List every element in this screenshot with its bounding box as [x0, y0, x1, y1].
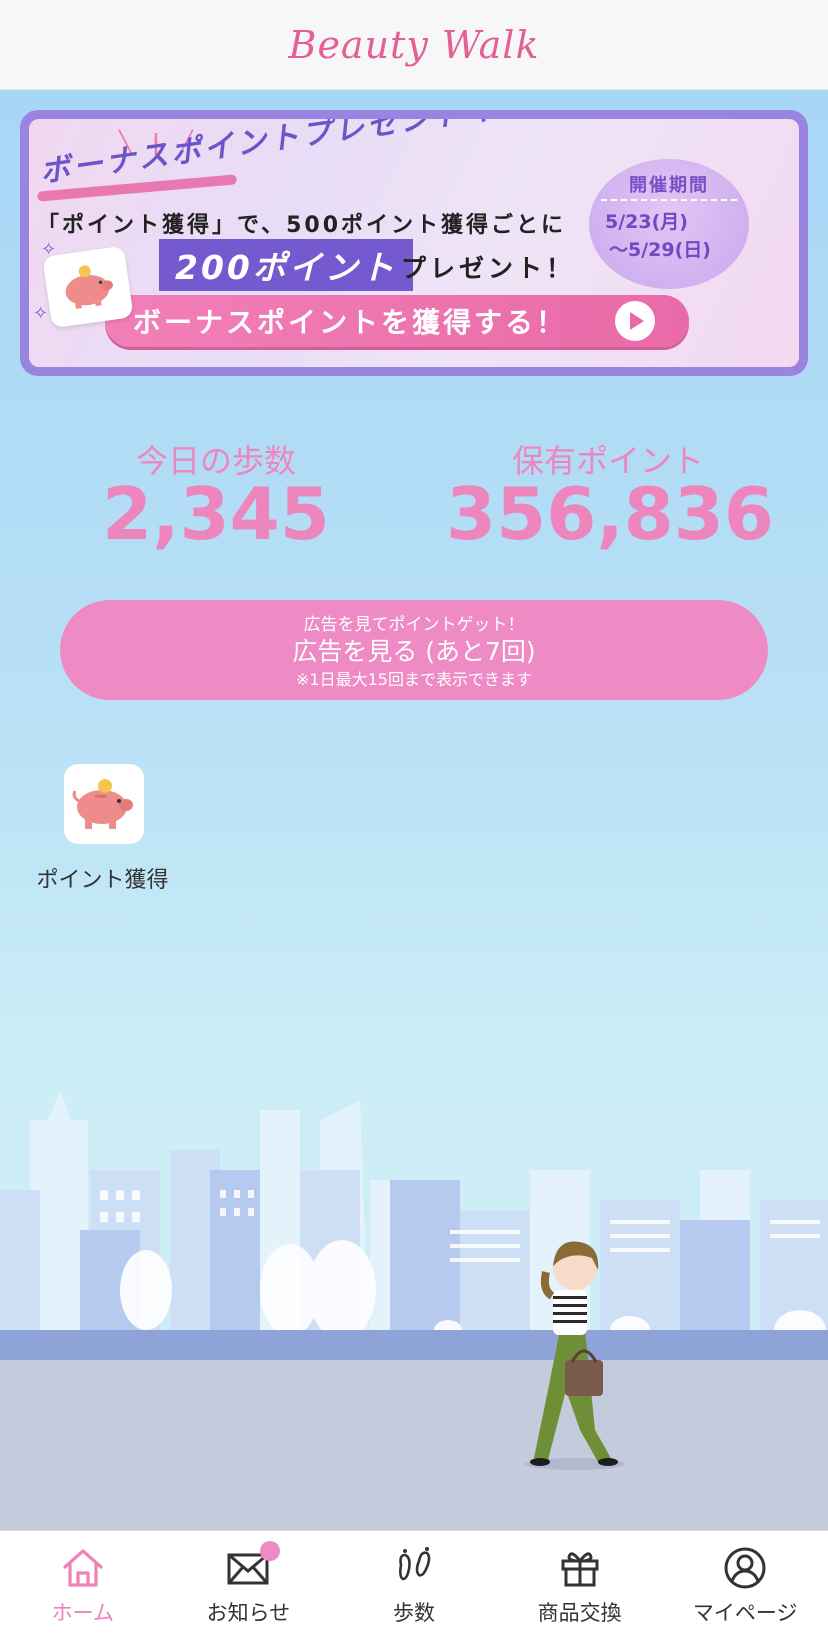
tab-notifications-label: お知らせ	[206, 1601, 291, 1625]
piggy-bank-icon	[42, 245, 134, 329]
tab-exchange[interactable]: 商品交換	[497, 1531, 663, 1638]
get-bonus-button[interactable]: ボーナスポイントを獲得する！	[105, 295, 689, 347]
banner-bonus-amount: 200ポイント	[159, 239, 413, 291]
earn-points-label: ポイント獲得	[36, 868, 169, 893]
get-bonus-label: ボーナスポイントを獲得する！	[133, 306, 568, 339]
city-street-illustration	[0, 1090, 828, 1530]
banner-title: ボーナスポイントプレゼントキャンペーン	[37, 119, 663, 191]
sparkle-icon: ✧	[33, 303, 49, 324]
earn-points-shortcut[interactable]	[64, 764, 144, 844]
bottom-tab-bar: ホーム お知らせ 歩数 商品交換 マイページ	[0, 1530, 828, 1638]
home-icon	[63, 1549, 103, 1587]
unread-badge	[259, 1541, 280, 1561]
app-header: Beauty Walk	[0, 0, 828, 90]
tab-steps[interactable]: 歩数	[331, 1531, 497, 1638]
tab-notifications[interactable]: お知らせ	[166, 1531, 332, 1638]
period-title: 開催期間	[629, 175, 709, 196]
banner-condition-text: 「ポイント獲得」で、500ポイント獲得ごとに	[37, 213, 567, 238]
period-end: 〜5/29(日)	[609, 239, 711, 261]
tab-steps-label: 歩数	[392, 1601, 435, 1625]
tab-home-label: ホーム	[51, 1601, 114, 1625]
home-screen: ╲ | ╱ ボーナスポイントプレゼントキャンペーン 「ポイント獲得」で、500ポ…	[0, 90, 828, 1530]
piggy-bank-icon	[72, 779, 133, 829]
watch-ad-note: ※1日最大15回まで表示できます	[296, 670, 532, 689]
campaign-banner[interactable]: ╲ | ╱ ボーナスポイントプレゼントキャンペーン 「ポイント獲得」で、500ポ…	[20, 110, 808, 376]
watch-ad-button[interactable]: 広告を見てポイントゲット！ 広告を見る (あと7回) ※1日最大15回まで表示で…	[60, 600, 768, 700]
watch-ad-label: 広告を見る (あと7回)	[292, 637, 536, 666]
tab-mypage[interactable]: マイページ	[662, 1531, 828, 1638]
tab-home[interactable]: ホーム	[0, 1531, 166, 1638]
period-start: 5/23(月)	[605, 211, 688, 233]
footprints-icon	[399, 1547, 431, 1581]
tab-exchange-label: 商品交換	[537, 1601, 622, 1625]
gift-icon	[561, 1552, 599, 1587]
points-balance-value: 356,836	[446, 472, 774, 556]
play-icon	[615, 301, 655, 341]
app-logo: Beauty Walk	[288, 22, 540, 67]
campaign-period-badge: 開催期間 5/23(月) 〜5/29(日)	[589, 159, 749, 289]
tab-mypage-label: マイページ	[692, 1601, 798, 1625]
banner-present-text: プレゼント！	[401, 254, 576, 283]
today-steps-value: 2,345	[102, 472, 330, 556]
user-icon	[724, 1547, 766, 1589]
